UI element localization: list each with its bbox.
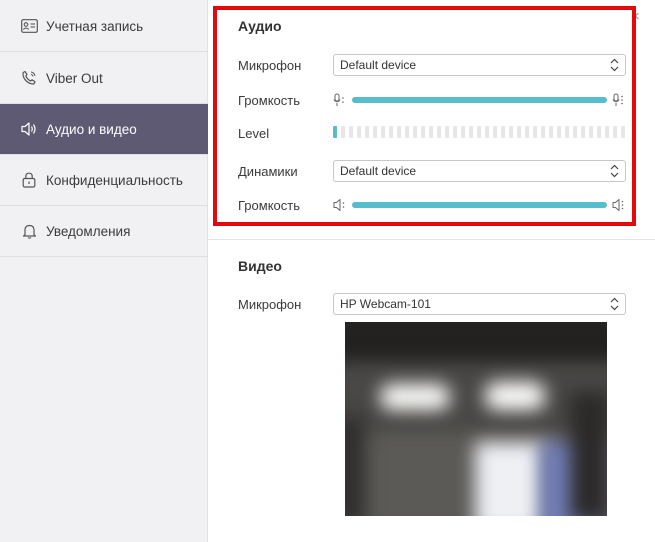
sidebar-item-label: Учетная запись [46, 18, 144, 34]
camera-select[interactable]: HP Webcam-101 [333, 293, 626, 315]
id-card-icon [20, 17, 38, 35]
sidebar-item-label: Уведомления [46, 223, 131, 239]
sidebar-item-label: Конфиденциальность [46, 172, 183, 188]
section-divider [208, 239, 655, 240]
sidebar-item-label: Аудио и видео [46, 121, 137, 137]
camera-select-value: HP Webcam-101 [340, 297, 431, 311]
sidebar-item-account[interactable]: Учетная запись [0, 1, 208, 52]
sidebar-item-audio-video[interactable]: Аудио и видео [0, 104, 208, 155]
sidebar-item-viber-out[interactable]: Viber Out [0, 53, 208, 104]
settings-sidebar: Учетная запись Viber Out Аудио и видео К… [0, 0, 208, 542]
phone-icon [20, 69, 38, 87]
highlight-frame [213, 6, 636, 226]
lock-icon [20, 171, 38, 189]
video-section-title: Видео [238, 258, 282, 274]
camera-preview [345, 322, 607, 516]
chevron-updown-icon [610, 297, 619, 311]
speaker-icon [20, 120, 38, 138]
bell-icon [20, 222, 38, 240]
sidebar-item-notifications[interactable]: Уведомления [0, 206, 208, 257]
sidebar-item-privacy[interactable]: Конфиденциальность [0, 155, 208, 206]
sidebar-item-label: Viber Out [46, 70, 103, 86]
camera-label: Микрофон [238, 297, 302, 312]
